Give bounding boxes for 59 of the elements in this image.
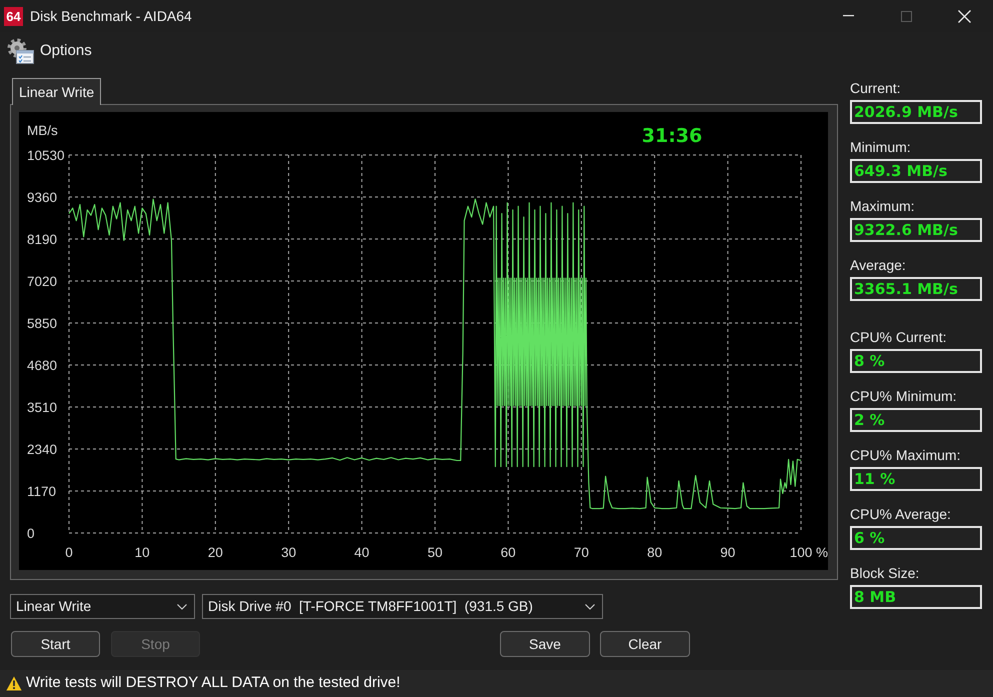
stat-value: 649.3 MB/s bbox=[850, 159, 982, 183]
stat-value: 8 MB bbox=[850, 585, 982, 609]
drive-dropdown[interactable]: Disk Drive #0 [T-FORCE TM8FF1001T] (931.5 GB) bbox=[202, 594, 603, 619]
stat-label: CPU% Maximum: bbox=[850, 447, 962, 464]
stat-label: Average: bbox=[850, 257, 907, 274]
stat-value: 6 % bbox=[850, 526, 982, 550]
stat-value: 11 % bbox=[850, 467, 982, 491]
x-axis-label: 90 bbox=[720, 545, 736, 560]
x-axis-label: 80 bbox=[647, 545, 662, 560]
warning-message: Write tests will DESTROY ALL DATA on the tested drive! bbox=[26, 673, 400, 694]
y-axis-label: 9360 bbox=[27, 190, 58, 205]
x-axis-label: 20 bbox=[208, 545, 223, 560]
menu-item[interactable]: Options bbox=[6, 37, 92, 65]
x-axis-label: 40 bbox=[354, 545, 370, 560]
app-logo: 64 bbox=[4, 6, 23, 26]
stat-value: 9322.6 MB/s bbox=[850, 218, 982, 242]
stat-label: Block Size: bbox=[850, 565, 920, 582]
maximize-icon bbox=[900, 10, 912, 22]
stat-label: CPU% Current: bbox=[850, 329, 948, 346]
y-axis-label: 10530 bbox=[27, 148, 65, 163]
x-axis-label: 50 bbox=[427, 545, 443, 560]
y-axis-label: 0 bbox=[27, 526, 35, 541]
settings-icon bbox=[6, 37, 34, 65]
stat-value: 2 % bbox=[850, 408, 982, 432]
x-axis-unit: % bbox=[816, 545, 828, 560]
y-axis-unit: MB/s bbox=[27, 123, 58, 138]
stat-label: CPU% Average: bbox=[850, 506, 952, 523]
window-title: Disk Benchmark - AIDA64 bbox=[30, 6, 192, 26]
tab[interactable]: Linear Write bbox=[12, 78, 102, 105]
test-type-dropdown[interactable]: Linear Write bbox=[10, 594, 195, 619]
x-axis-label: 30 bbox=[281, 545, 296, 560]
stat-label: Current: bbox=[850, 80, 902, 97]
y-axis-label: 3510 bbox=[27, 400, 58, 415]
x-axis-label: 70 bbox=[574, 545, 589, 560]
chevron-down-icon bbox=[585, 604, 595, 610]
x-axis-label: 100 bbox=[790, 545, 812, 560]
minimize-icon bbox=[842, 15, 854, 17]
button[interactable]: Start bbox=[11, 631, 100, 657]
chevron-down-icon bbox=[177, 604, 187, 610]
y-axis-label: 8190 bbox=[27, 232, 58, 247]
y-axis-label: 5850 bbox=[27, 316, 58, 331]
y-axis-label: 1170 bbox=[27, 484, 56, 499]
stat-label: CPU% Minimum: bbox=[850, 388, 958, 405]
x-axis-label: 10 bbox=[134, 545, 150, 560]
stat-value: 8 % bbox=[850, 349, 982, 373]
stat-value: 2026.9 MB/s bbox=[850, 100, 982, 124]
button[interactable]: Clear bbox=[600, 631, 690, 657]
y-axis-label: 2340 bbox=[27, 442, 58, 457]
stat-value: 3365.1 MB/s bbox=[850, 277, 982, 301]
button[interactable]: Save bbox=[500, 631, 590, 657]
y-axis-label: 7020 bbox=[27, 274, 58, 289]
close-icon bbox=[958, 10, 970, 22]
y-axis-label: 4680 bbox=[27, 358, 58, 373]
stat-label: Minimum: bbox=[850, 139, 912, 156]
x-axis-label: 60 bbox=[500, 545, 516, 560]
stat-label: Maximum: bbox=[850, 198, 916, 215]
x-axis-label: 0 bbox=[65, 545, 73, 560]
warning-icon bbox=[6, 676, 22, 691]
elapsed-time: 31:36 bbox=[642, 125, 702, 147]
